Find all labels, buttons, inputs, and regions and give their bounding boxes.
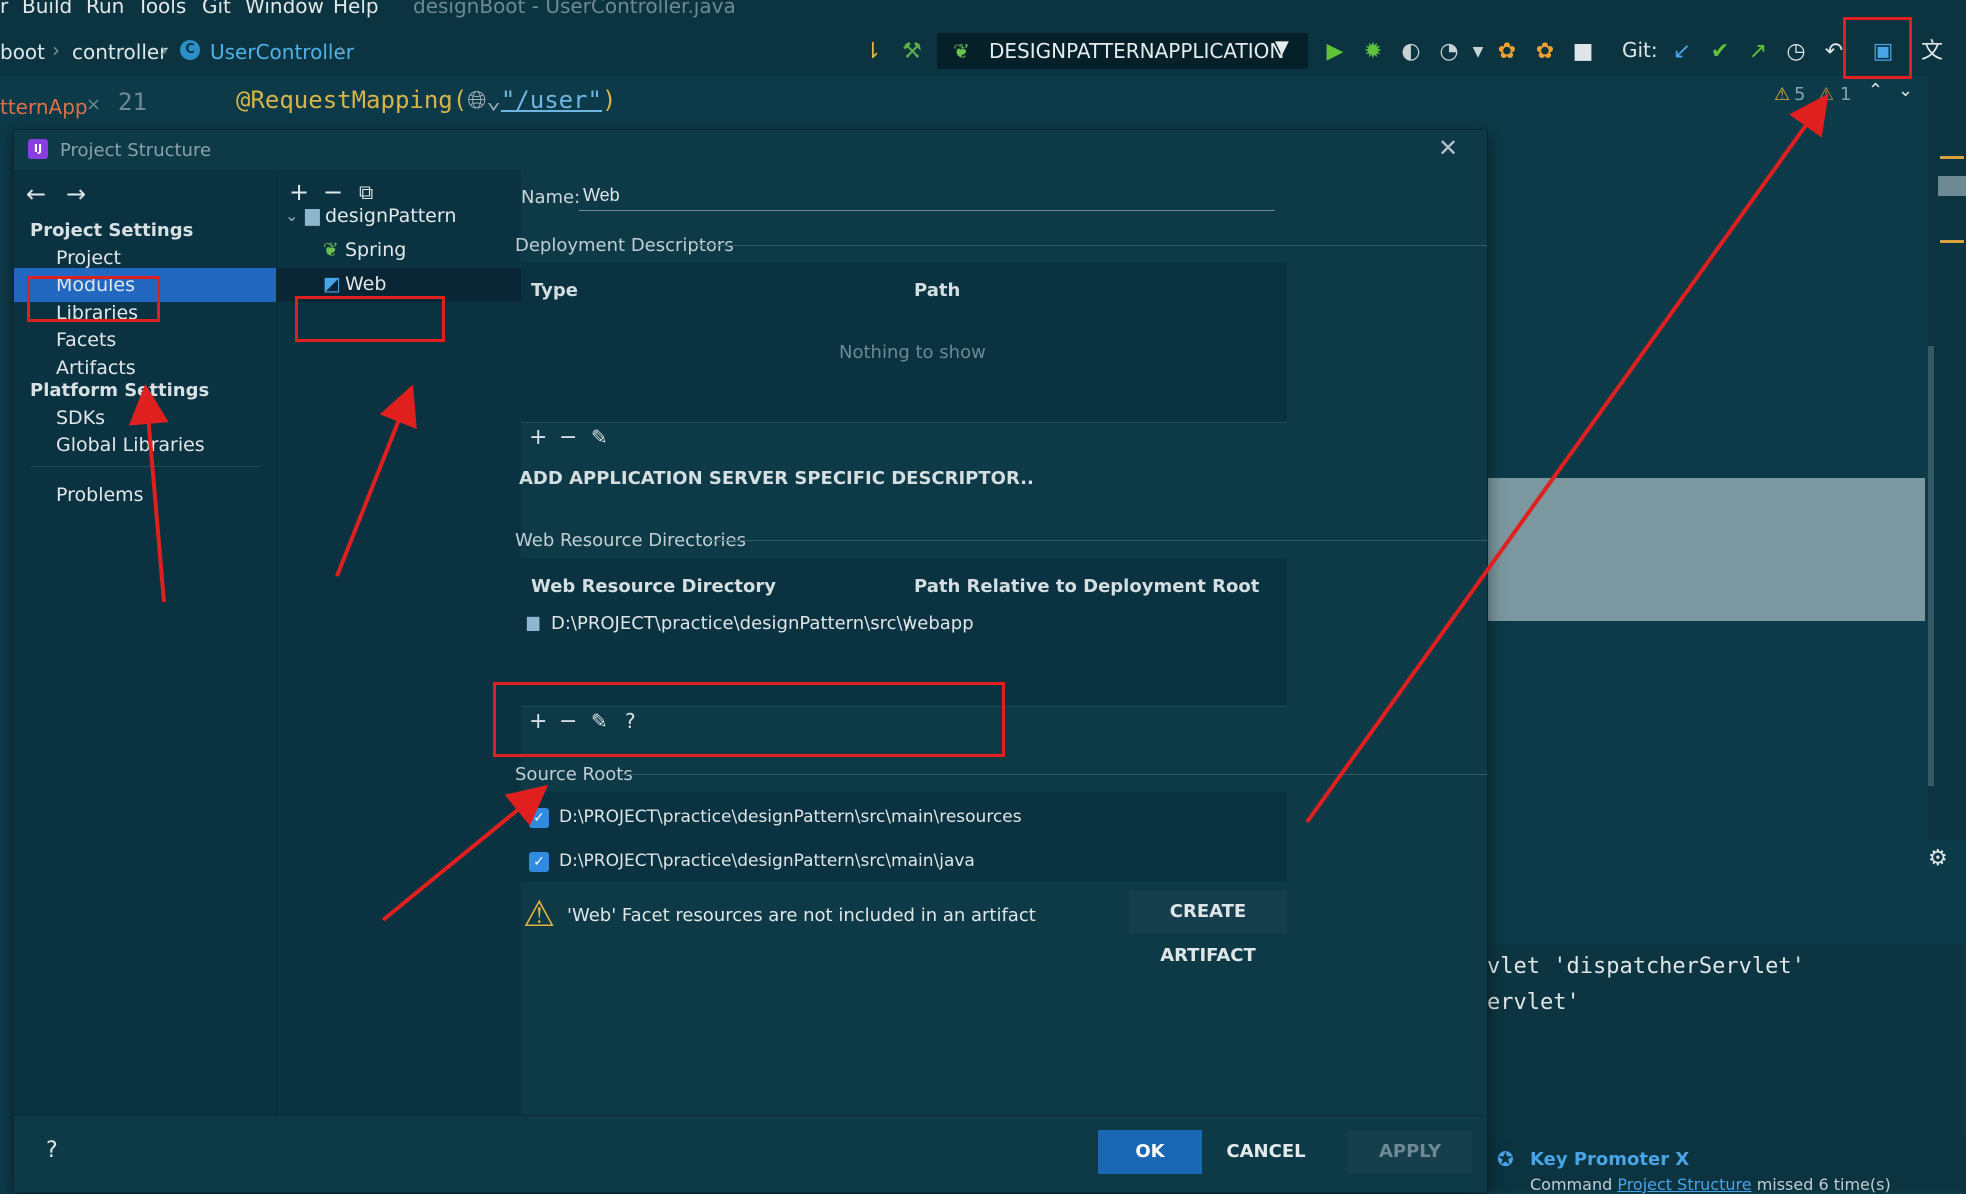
arrow-to-web [335, 384, 417, 577]
arrow-to-toolbar-icon [1305, 93, 1829, 824]
annotation-arrows [128, 93, 1829, 922]
arrow-to-modules [128, 384, 169, 603]
arrow-to-webapp [381, 784, 549, 922]
